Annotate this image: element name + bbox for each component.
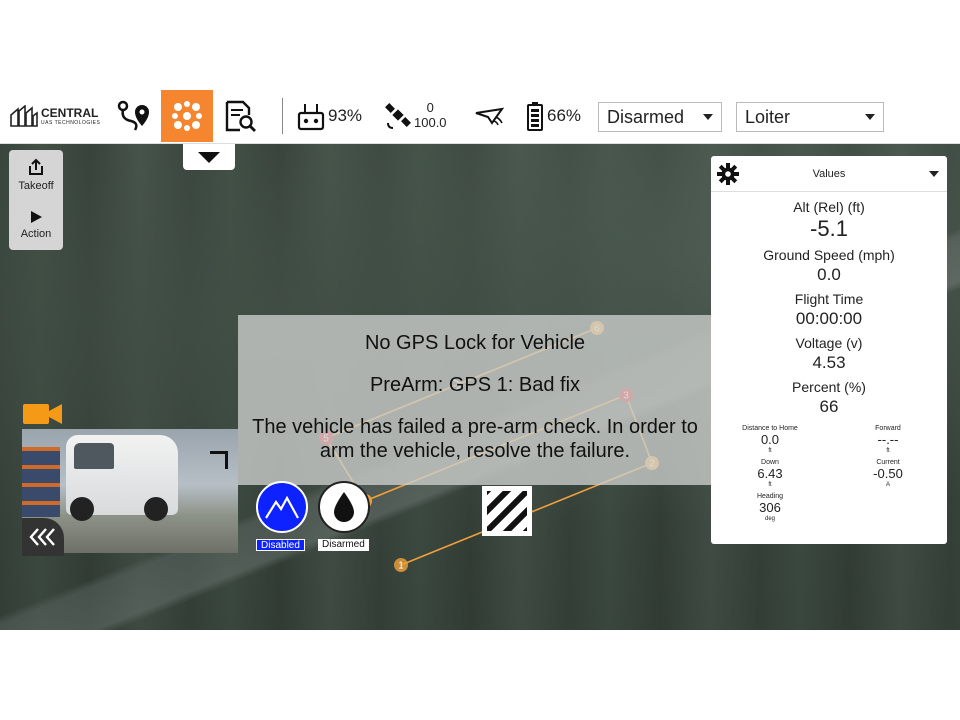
gear-icon[interactable] [717,163,739,185]
play-icon [31,211,42,223]
collapse-chevrons-icon[interactable] [22,518,64,556]
action-label: Action [20,228,52,240]
plan-view-button[interactable] [112,88,156,144]
battery-percent-label: Percent (%) [792,379,866,395]
chevron-down-icon [865,114,875,120]
takeoff-label: Takeoff [18,180,54,192]
current-unit: A [885,482,890,488]
video-camera-icon[interactable] [22,401,64,427]
payload-status-caption: Disarmed [318,539,369,551]
heading-unit: deg [764,516,775,522]
battery-value: 66% [547,106,582,125]
caret-down-icon [198,151,220,163]
payload-drop-button[interactable] [318,481,370,533]
mountain-icon [265,495,299,519]
logo-brand: CENTRAL [41,105,99,120]
gps-indicator[interactable]: 0 100.0 [384,88,447,144]
logo-building-icon [10,105,38,127]
gps-satellite-count: 0 [426,100,434,116]
voltage-readout: Voltage (v) 4.53 [711,334,947,374]
company-logo: CENTRAL UAS TECHNOLOGIES [10,88,100,144]
forward-unit: ft [886,448,890,454]
terrain-status-caption: Disabled [256,539,305,551]
rc-signal-value: 93% [328,106,363,125]
terrain-follow-button[interactable] [256,481,308,533]
voltage-value: 4.53 [812,353,846,372]
top-toolbar: CENTRAL UAS TECHNOLOGIES 93% 0 100.0 66%… [0,88,960,144]
voltage-label: Voltage (v) [795,335,863,351]
van-window [74,443,114,469]
heading-value: 306 [759,500,781,515]
waypoint-marker[interactable]: 1 [394,558,408,572]
warehouse-shelf [22,447,60,517]
ground-speed-readout: Ground Speed (mph) 0.0 [711,246,947,286]
ground-speed-value: 0.0 [817,265,841,284]
altitude-value: -5.1 [810,216,848,241]
down-value: 6.43 [757,466,783,481]
current-value: -0.50 [873,466,903,481]
flight-time-readout: Flight Time 00:00:00 [711,290,947,330]
forward-readout: Forward --.-- ft [829,424,947,455]
prearm-instructions: The vehicle has failed a pre-arm check. … [252,416,698,462]
battery-icon [527,102,543,131]
double-chevron-left-icon [29,528,55,546]
water-drop-icon [334,492,354,522]
prearm-message-overlay: No GPS Lock for Vehicle PreArm: GPS 1: B… [238,315,712,485]
gps-hdop-value: 100.0 [414,115,447,130]
instrument-values-panel: Values Alt (Rel) (ft) -5.1 Ground Speed … [711,156,947,544]
fly-view-button[interactable] [161,90,213,142]
telemetry-indicator[interactable] [474,88,506,144]
ground-speed-label: Ground Speed (mph) [763,247,895,263]
route-plan-icon [117,100,149,131]
current-readout: Current -0.50 A [829,458,947,489]
distance-to-home-unit: ft [768,448,772,454]
secondary-values-grid: Distance to Home 0.0 ft Forward --.-- ft… [711,424,947,523]
values-panel-title: Values [812,167,846,180]
tool-strip: Takeoff Action [9,150,63,250]
down-readout: Down 6.43 ft [711,458,829,489]
battery-percent-value: 66 [819,397,839,416]
toolbar-expand-tab[interactable] [183,144,235,170]
fullscreen-corner-icon[interactable] [210,451,228,469]
down-unit: ft [768,482,772,488]
rc-signal-indicator[interactable]: 93% [297,88,362,144]
van-image [66,435,178,521]
toolbar-divider [282,98,283,134]
takeoff-tool[interactable]: Takeoff [9,150,63,200]
pattern-tool-button[interactable] [482,486,532,536]
rc-transmitter-icon [297,104,325,131]
altitude-label: Alt (Rel) (ft) [793,199,865,215]
van-wheel [144,497,168,521]
striped-pattern-icon [487,491,527,531]
satellite-icon [385,103,411,129]
distance-to-home-readout: Distance to Home 0.0 ft [711,424,829,455]
altitude-readout: Alt (Rel) (ft) -5.1 [711,198,947,242]
action-tool[interactable]: Action [9,200,63,250]
battery-indicator[interactable]: 66% [526,88,581,144]
drone-fly-icon [172,101,202,131]
takeoff-icon [29,158,43,175]
waypoint-label: 1 [398,561,404,572]
flight-time-value: 00:00:00 [795,309,863,328]
chevron-down-icon[interactable] [929,171,939,177]
forward-value: --.-- [877,432,899,447]
gps-lock-message: No GPS Lock for Vehicle [364,332,586,354]
heading-readout: Heading 306 deg [711,492,829,523]
flight-mode-value: Loiter [745,106,791,127]
van-wheel [70,497,94,521]
prearm-error-message: PreArm: GPS 1: Bad fix [369,374,581,396]
telemetry-plane-icon [475,107,505,126]
flight-time-label: Flight Time [794,291,864,307]
arm-state-value: Disarmed [607,106,685,127]
ground-control-app: CENTRAL UAS TECHNOLOGIES 93% 0 100.0 66%… [0,88,960,630]
analyze-icon [225,100,256,132]
arm-state-dropdown[interactable]: Disarmed [598,102,722,132]
chevron-down-icon [703,114,713,120]
battery-percent-readout: Percent (%) 66 [711,378,947,418]
analyze-view-button[interactable] [220,88,260,144]
values-panel-header[interactable]: Values [711,156,947,192]
flight-mode-dropdown[interactable]: Loiter [736,102,884,132]
logo-subtitle: UAS TECHNOLOGIES [41,119,101,126]
distance-to-home-value: 0.0 [760,432,780,447]
